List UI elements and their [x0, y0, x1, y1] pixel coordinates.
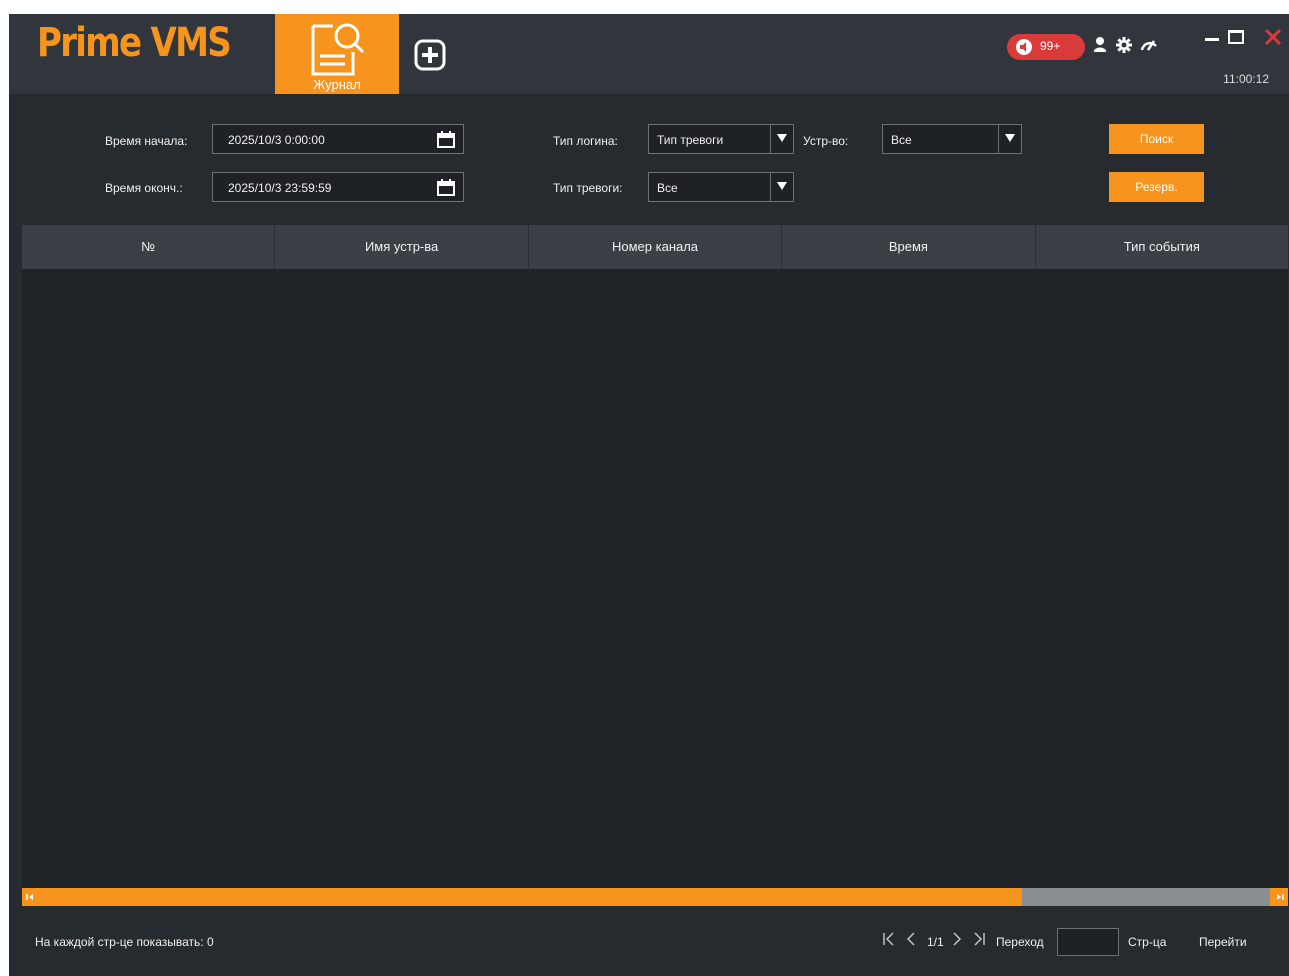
end-time-label: Время оконч.:	[105, 181, 183, 195]
journal-search-icon	[307, 18, 367, 83]
column-header-channel-number[interactable]: Номер канала	[529, 225, 783, 269]
device-select[interactable]: Все	[882, 124, 1022, 154]
dropdown-arrow-icon	[770, 173, 793, 201]
per-page-label: На каждой стр-це показывать:	[35, 935, 204, 949]
gear-icon[interactable]	[1115, 36, 1133, 59]
start-time-field[interactable]: 2025/10/3 0:00:00	[212, 124, 464, 154]
calendar-icon[interactable]	[437, 178, 455, 201]
log-type-value: Тип тревоги	[657, 133, 724, 147]
end-time-field[interactable]: 2025/10/3 23:59:59	[212, 172, 464, 202]
alarm-type-label: Тип тревоги:	[553, 181, 623, 195]
search-button[interactable]: Поиск	[1109, 124, 1204, 154]
top-bar: Prime VMS Журнал 99+ 11:00:12	[9, 14, 1289, 94]
calendar-icon[interactable]	[437, 130, 455, 153]
maximize-button[interactable]	[1228, 30, 1244, 44]
column-header-device-name[interactable]: Имя устр-ва	[275, 225, 529, 269]
per-page-info: На каждой стр-це показывать: 0	[35, 935, 214, 949]
user-icon[interactable]	[1092, 36, 1108, 59]
scroll-left-icon[interactable]	[22, 888, 40, 906]
dropdown-arrow-icon	[770, 125, 793, 153]
app-logo: Prime VMS	[37, 20, 232, 66]
goto-label: Переход	[996, 935, 1044, 949]
last-page-icon[interactable]	[972, 931, 986, 950]
table-body	[22, 269, 1288, 888]
backup-button[interactable]: Резерв.	[1109, 172, 1204, 202]
alarm-count: 99+	[1040, 39, 1061, 53]
clock: 11:00:12	[1223, 72, 1269, 86]
device-label: Устр-во:	[803, 134, 849, 148]
column-header-event-type[interactable]: Тип события	[1036, 225, 1288, 269]
log-type-select[interactable]: Тип тревоги	[648, 124, 794, 154]
add-tab-icon[interactable]	[414, 39, 446, 71]
first-page-icon[interactable]	[882, 931, 896, 950]
scrollbar-thumb[interactable]	[22, 888, 1022, 906]
device-value: Все	[891, 133, 912, 147]
start-time-value: 2025/10/3 0:00:00	[228, 133, 325, 147]
start-time-label: Время начала:	[105, 134, 188, 148]
speaker-icon	[1015, 39, 1033, 60]
scroll-right-icon[interactable]	[1270, 888, 1288, 906]
speedometer-icon[interactable]	[1139, 36, 1159, 59]
page-indicator: 1/1	[927, 935, 944, 949]
table-header: № Имя устр-ва Номер канала Время Тип соб…	[22, 225, 1288, 269]
end-time-value: 2025/10/3 23:59:59	[228, 181, 332, 195]
tab-journal[interactable]: Журнал	[275, 14, 399, 94]
close-icon[interactable]	[1264, 28, 1282, 51]
go-button[interactable]: Перейти	[1199, 935, 1247, 949]
column-header-time[interactable]: Время	[782, 225, 1036, 269]
next-page-icon[interactable]	[951, 931, 963, 950]
alarm-type-value: Все	[657, 181, 678, 195]
dropdown-arrow-icon	[998, 125, 1021, 153]
log-type-label: Тип логина:	[553, 134, 618, 148]
app-window: Prime VMS Журнал 99+ 11:00:12 Время нача…	[9, 14, 1289, 976]
page-number-input[interactable]	[1057, 928, 1119, 956]
column-header-number[interactable]: №	[22, 225, 276, 269]
tab-journal-label: Журнал	[313, 77, 361, 92]
alarm-badge[interactable]: 99+	[1007, 34, 1085, 60]
prev-page-icon[interactable]	[905, 931, 917, 950]
per-page-value: 0	[206, 935, 214, 949]
page-suffix-label: Стр-ца	[1128, 935, 1167, 949]
minimize-button[interactable]	[1205, 38, 1219, 41]
horizontal-scrollbar[interactable]	[22, 888, 1288, 906]
alarm-type-select[interactable]: Все	[648, 172, 794, 202]
